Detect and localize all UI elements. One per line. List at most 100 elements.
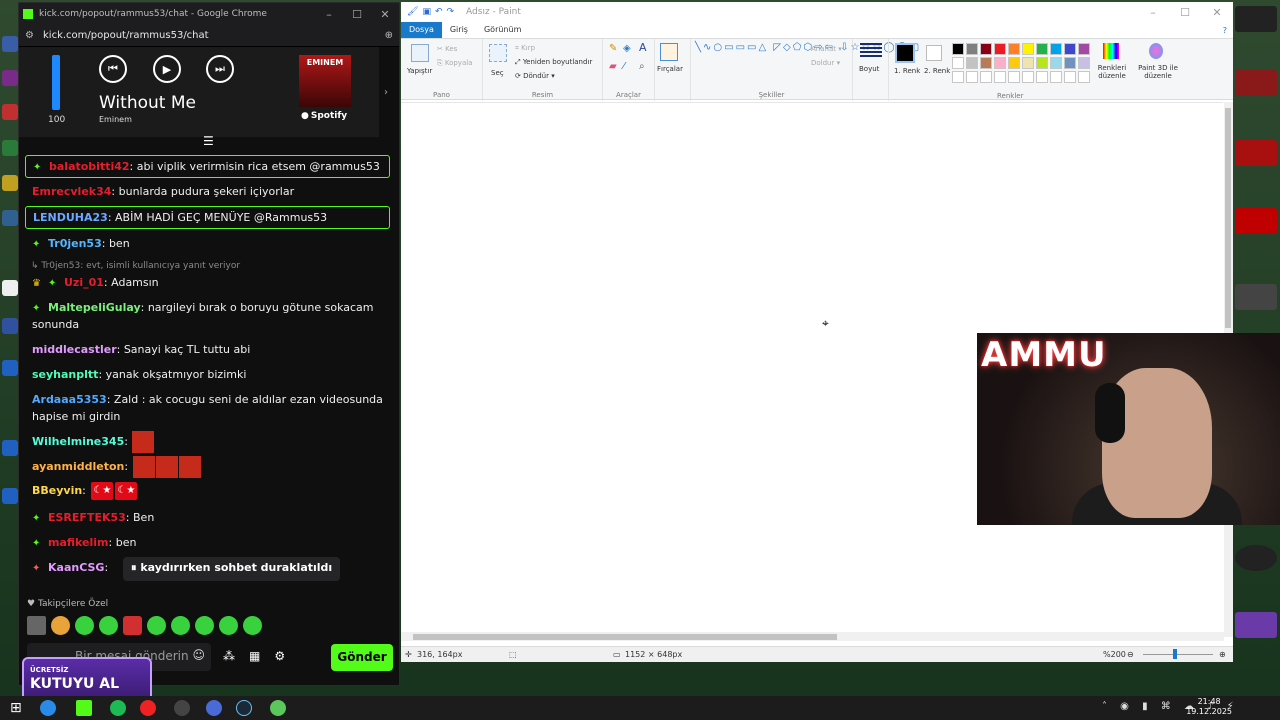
previous-track-icon[interactable]: ⏮ (99, 55, 127, 83)
select-button[interactable]: Seç (491, 69, 504, 77)
emote-button[interactable] (27, 616, 46, 635)
desktop-icon[interactable] (1235, 6, 1277, 32)
zoom-slider-thumb[interactable] (1173, 649, 1177, 659)
palette-swatch[interactable] (1022, 57, 1034, 69)
chat-username[interactable]: Ardaaa5353 (32, 393, 107, 406)
palette-swatch[interactable] (1064, 71, 1076, 83)
edge-icon[interactable] (40, 700, 56, 716)
chat-paused-notice[interactable]: ⏸ kaydırırken sohbet duraklatıldı (123, 557, 341, 581)
horizontal-scrollbar[interactable] (401, 632, 1224, 641)
chat-message[interactable]: Ardaaa5353: Zald : ak cocugu seni de ald… (25, 391, 390, 425)
palette-swatch[interactable] (1050, 71, 1062, 83)
clock[interactable]: 21:48 19.12.2025 (1186, 697, 1232, 717)
chat-username[interactable]: ayanmiddleton (32, 460, 124, 473)
color2-selector[interactable]: 2. Renk (921, 39, 951, 101)
desktop-icon[interactable] (2, 318, 18, 334)
kick-icon[interactable] (76, 700, 92, 716)
steam-icon[interactable] (236, 700, 252, 716)
windows-start-icon[interactable]: ⊞ (10, 700, 22, 716)
emote-button[interactable] (51, 616, 70, 635)
select-icon[interactable] (489, 44, 507, 62)
palette-swatch[interactable] (980, 43, 992, 55)
chat-message[interactable]: middlecastler: Sanayi kaç TL tuttu abi (25, 341, 390, 358)
edit-colors-button[interactable]: Renkleri düzenle (1095, 64, 1129, 80)
chat-username[interactable]: MaltepeliGulay (48, 301, 141, 314)
chat-message[interactable]: ✦ MaltepeliGulay: nargileyi bırak o boruy… (25, 299, 390, 333)
desktop-icon[interactable] (2, 140, 18, 156)
palette-swatch[interactable] (1064, 43, 1076, 55)
emote-button[interactable] (195, 616, 214, 635)
size-button[interactable]: Boyut (859, 65, 879, 73)
desktop-icon[interactable] (2, 360, 18, 376)
maximize-button[interactable]: ☐ (1169, 6, 1201, 19)
chat-message[interactable]: Emrecvlek34: bunlarda pudura şekeri içiy… (25, 183, 390, 200)
pencil-icon[interactable]: ✎ (609, 43, 617, 54)
scroll-thumb[interactable] (1225, 108, 1231, 328)
chat-message[interactable]: ✦ balatobitti42: abi viplik verirmisin ri… (25, 155, 390, 178)
next-track-icon[interactable]: ⏭ (206, 55, 234, 83)
desktop-icon[interactable] (2, 104, 18, 120)
palette-swatch[interactable] (1078, 57, 1090, 69)
zoom-icon[interactable]: ⊕ (385, 30, 393, 41)
size-icon[interactable] (860, 43, 882, 57)
palette-swatch[interactable] (1036, 71, 1048, 83)
palette-swatch[interactable] (1022, 71, 1034, 83)
close-button[interactable]: ✕ (371, 8, 399, 21)
tab-home[interactable]: Giriş (442, 22, 476, 38)
palette-swatch[interactable] (1050, 43, 1062, 55)
volume-slider[interactable] (52, 55, 60, 110)
palette-swatch[interactable] (966, 43, 978, 55)
palette-swatch[interactable] (994, 43, 1006, 55)
palette-swatch[interactable] (966, 57, 978, 69)
zoom-out-button[interactable]: ⊖ (1127, 650, 1134, 659)
palette-swatch[interactable] (1064, 57, 1076, 69)
chat-username[interactable]: ESREFTEK53 (48, 511, 126, 524)
reply-context[interactable]: ↳ Tr0jen53: evt, isimli kullanıcıya yanı… (31, 261, 240, 271)
fill-icon[interactable]: ◈ (623, 43, 631, 54)
copy-button[interactable]: ⎘ Kopyala (437, 59, 472, 68)
palette-swatch[interactable] (1078, 71, 1090, 83)
zoom-slider[interactable] (1143, 654, 1213, 655)
desktop-icon[interactable] (2, 488, 18, 504)
chat-username[interactable]: Emrecvlek34 (32, 185, 111, 198)
chat-message[interactable]: ✦ Tr0jen53: ben (25, 235, 390, 252)
emote-button[interactable] (219, 616, 238, 635)
scroll-thumb[interactable] (413, 634, 837, 640)
palette-swatch[interactable] (966, 71, 978, 83)
palette-swatch[interactable] (1036, 57, 1048, 69)
color-picker-icon[interactable]: ⁄ (623, 61, 625, 72)
chat-message[interactable]: ♛ ✦ Uzi_01: Adamsın (25, 274, 390, 291)
spotify-icon[interactable] (110, 700, 126, 716)
paint3d-icon[interactable] (1149, 43, 1163, 59)
chat-message[interactable]: seyhanpltt: yanak okşatmıyor bizimki (25, 366, 390, 383)
palette-swatch[interactable] (952, 43, 964, 55)
palette-swatch[interactable] (952, 71, 964, 83)
minimize-button[interactable]: – (315, 8, 343, 21)
pinned-message-icon[interactable]: ☰ (203, 134, 214, 148)
send-button[interactable]: Gönder (331, 644, 393, 671)
help-icon[interactable]: ? (1223, 26, 1233, 35)
palette-swatch[interactable] (1008, 57, 1020, 69)
chat-message[interactable]: Wilhelmine345: (25, 431, 390, 453)
desktop-icon[interactable] (1235, 140, 1277, 166)
chat-message[interactable]: ✦ mafikelim: ben (25, 534, 390, 551)
desktop-icon[interactable] (1235, 612, 1277, 638)
chat-message[interactable]: ayanmiddleton: (25, 456, 390, 478)
gear-icon[interactable]: ⚙ (274, 649, 285, 663)
close-button[interactable]: ✕ (1201, 6, 1233, 19)
text-icon[interactable]: A (639, 41, 647, 54)
maximize-button[interactable]: ☐ (343, 8, 371, 21)
chat-username[interactable]: BBeyvin (32, 484, 82, 497)
brushes-button[interactable]: Fırçalar (657, 65, 683, 73)
rewards-icon[interactable]: ▦ (249, 649, 260, 663)
color1-selector[interactable]: 1. Renk (891, 39, 921, 101)
palette-swatch[interactable] (1022, 43, 1034, 55)
emote-button[interactable] (75, 616, 94, 635)
chat-username[interactable]: Tr0jen53 (48, 237, 102, 250)
discord-icon[interactable] (206, 700, 222, 716)
chat-username[interactable]: KaanCSG (48, 561, 104, 574)
rotate-button[interactable]: ⟳ Döndür ▾ (515, 72, 555, 80)
site-settings-icon[interactable]: ⚙ (25, 30, 37, 41)
paint-icon[interactable] (270, 700, 286, 716)
tab-view[interactable]: Görünüm (476, 22, 529, 38)
